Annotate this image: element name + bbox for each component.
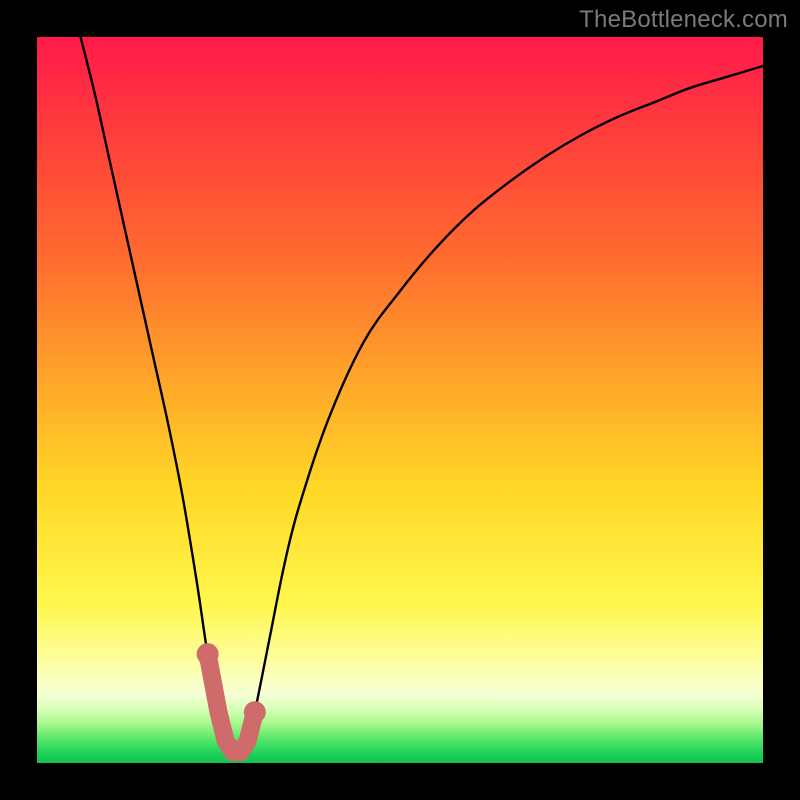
chart-frame: TheBottleneck.com [0,0,800,800]
gradient-background [37,37,763,763]
marker-end-dot [244,701,266,723]
marker-start-dot [197,643,219,665]
plot-area [37,37,763,763]
watermark-text: TheBottleneck.com [579,6,788,34]
chart-svg [37,37,763,763]
